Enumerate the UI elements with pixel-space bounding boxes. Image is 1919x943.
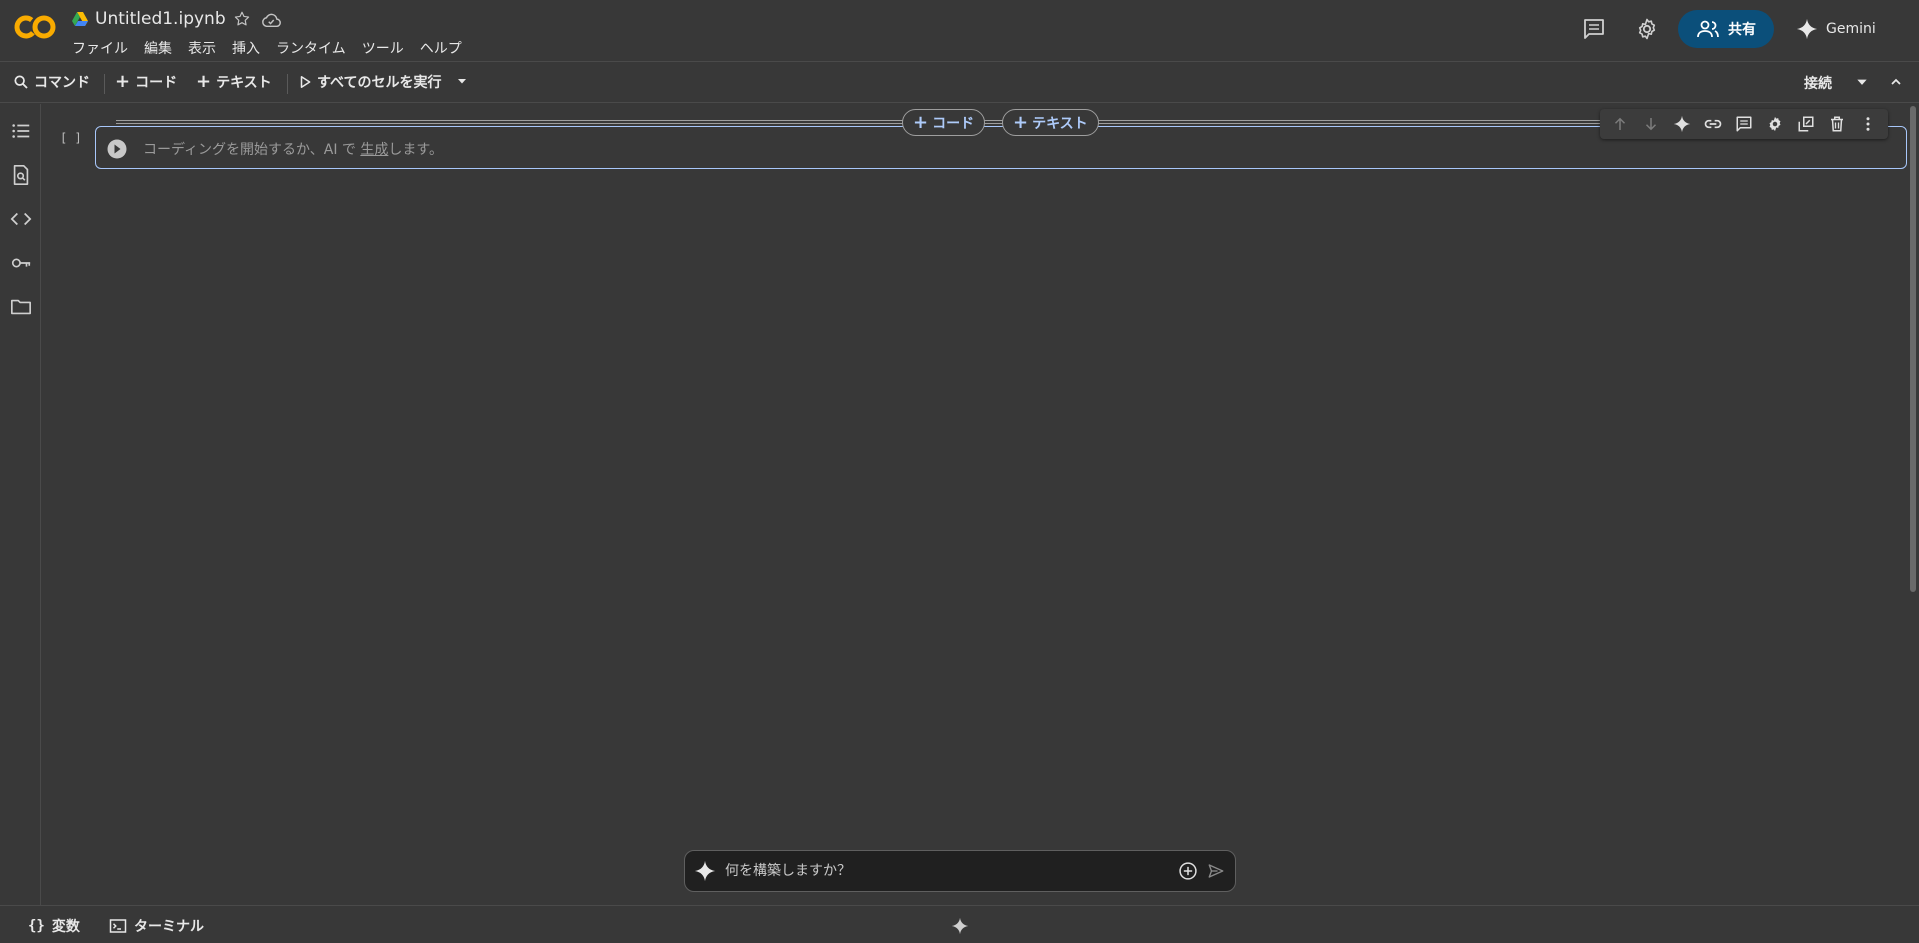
share-label: 共有 <box>1728 22 1756 38</box>
run-options-dropdown[interactable] <box>456 75 468 87</box>
gear-icon <box>1638 18 1656 40</box>
comment-icon <box>1584 19 1604 39</box>
add-text-button[interactable]: + テキスト <box>196 72 272 92</box>
add-code-button[interactable]: + コード <box>115 72 177 92</box>
settings-button[interactable] <box>1633 15 1661 43</box>
menu-tools[interactable]: ツール <box>362 38 412 58</box>
gemini-button[interactable]: Gemini <box>1796 14 1876 44</box>
toolbar-divider <box>287 74 288 94</box>
gemini-cell-button[interactable] <box>1672 114 1692 134</box>
plus-icon: + <box>913 111 929 133</box>
table-of-contents-button[interactable] <box>9 119 33 143</box>
gemini-label: Gemini <box>1826 21 1876 37</box>
plus-icon: + <box>115 71 131 92</box>
header: Untitled1.ipynb ファイル 編集 表示 挿入 ランタイム ツール … <box>0 0 1919 62</box>
add-comment-button[interactable] <box>1734 114 1754 134</box>
arrow-up-icon <box>1614 117 1625 130</box>
run-cell-button[interactable] <box>107 139 127 159</box>
google-drive-icon <box>72 12 88 26</box>
gear-icon <box>1769 116 1781 132</box>
cloud-save-icon[interactable] <box>260 11 282 29</box>
notebook-scrollbar[interactable] <box>1910 106 1916 592</box>
star-icon[interactable] <box>233 10 251 28</box>
people-icon <box>1697 20 1719 38</box>
cell-settings-button[interactable] <box>1765 114 1785 134</box>
colab-app: Untitled1.ipynb ファイル 編集 表示 挿入 ランタイム ツール … <box>0 0 1919 943</box>
status-bar: {} 変数 ターミナル <box>0 905 1919 943</box>
document-search-icon <box>13 165 29 185</box>
find-replace-button[interactable] <box>9 163 33 187</box>
arrow-down-icon <box>1645 118 1656 131</box>
insert-text-cell-button[interactable]: + テキスト <box>1002 109 1099 136</box>
insert-divider-line <box>116 120 1602 121</box>
cell-toolbar <box>1600 109 1888 139</box>
secrets-button[interactable] <box>9 251 33 275</box>
gemini-prompt-bar <box>684 850 1236 892</box>
left-sidebar <box>0 104 41 905</box>
move-cell-down-button[interactable] <box>1641 114 1661 134</box>
generate-link[interactable]: 生成 <box>360 142 388 158</box>
menu-view[interactable]: 表示 <box>188 38 224 58</box>
code-snippets-button[interactable] <box>9 207 33 231</box>
notebook-title[interactable]: Untitled1.ipynb <box>95 9 226 29</box>
more-options-button[interactable] <box>1858 114 1878 134</box>
add-attachment-icon[interactable] <box>1178 861 1198 881</box>
braces-icon: {} <box>28 918 45 934</box>
tab-mirror-icon <box>1798 116 1814 132</box>
copy-link-button[interactable] <box>1703 114 1723 134</box>
search-icon <box>14 75 28 89</box>
more-vertical-icon <box>1866 117 1870 131</box>
folder-icon <box>11 299 31 315</box>
plus-icon: + <box>1013 111 1029 133</box>
caret-down-icon <box>458 79 466 84</box>
chevron-up-icon[interactable] <box>1888 74 1904 90</box>
variables-button[interactable]: {} 変数 <box>28 916 80 936</box>
code-brackets-icon <box>10 212 32 226</box>
move-cell-up-button[interactable] <box>1610 114 1630 134</box>
menu-edit[interactable]: 編集 <box>144 38 180 58</box>
menubar: ファイル 編集 表示 挿入 ランタイム ツール ヘルプ <box>72 38 478 58</box>
cell-placeholder[interactable]: コーディングを開始するか、AI で 生成します。 <box>143 139 443 159</box>
connect-dropdown-icon[interactable] <box>1855 75 1869 89</box>
gemini-spark-icon[interactable] <box>951 917 969 935</box>
insert-code-cell-button[interactable]: + コード <box>902 109 986 136</box>
files-button[interactable] <box>9 295 33 319</box>
cell-execution-count: [ ] <box>60 131 82 145</box>
list-icon <box>12 124 30 138</box>
insert-divider-line <box>116 123 1602 124</box>
command-palette-button[interactable]: コマンド <box>13 72 90 92</box>
menu-file[interactable]: ファイル <box>72 38 136 58</box>
play-icon <box>300 75 311 89</box>
comments-button[interactable] <box>1580 15 1608 43</box>
menu-runtime[interactable]: ランタイム <box>276 38 354 58</box>
gemini-spark-icon <box>1796 18 1818 40</box>
gemini-spark-icon <box>1673 115 1691 133</box>
trash-icon <box>1831 116 1844 132</box>
run-all-button[interactable]: すべてのセルを実行 <box>298 72 441 92</box>
connect-button[interactable]: 接続 <box>1804 73 1832 93</box>
link-icon <box>1704 119 1722 129</box>
gemini-spark-icon <box>694 860 716 882</box>
delete-cell-button[interactable] <box>1827 114 1847 134</box>
prompt-input[interactable] <box>725 860 1145 882</box>
key-icon <box>11 258 31 268</box>
notebook-toolbar: コマンド + コード + テキスト すべてのセルを実行 接続 <box>0 63 1919 103</box>
mirror-cell-button[interactable] <box>1796 114 1816 134</box>
menu-help[interactable]: ヘルプ <box>420 38 470 58</box>
colab-logo[interactable] <box>14 13 56 41</box>
plus-icon: + <box>196 71 212 92</box>
terminal-icon <box>109 919 127 933</box>
share-button[interactable]: 共有 <box>1678 10 1774 48</box>
toolbar-divider <box>104 74 105 94</box>
terminal-button[interactable]: ターミナル <box>109 916 204 936</box>
menu-insert[interactable]: 挿入 <box>232 38 268 58</box>
comment-icon <box>1736 116 1752 132</box>
send-icon[interactable] <box>1207 862 1225 880</box>
